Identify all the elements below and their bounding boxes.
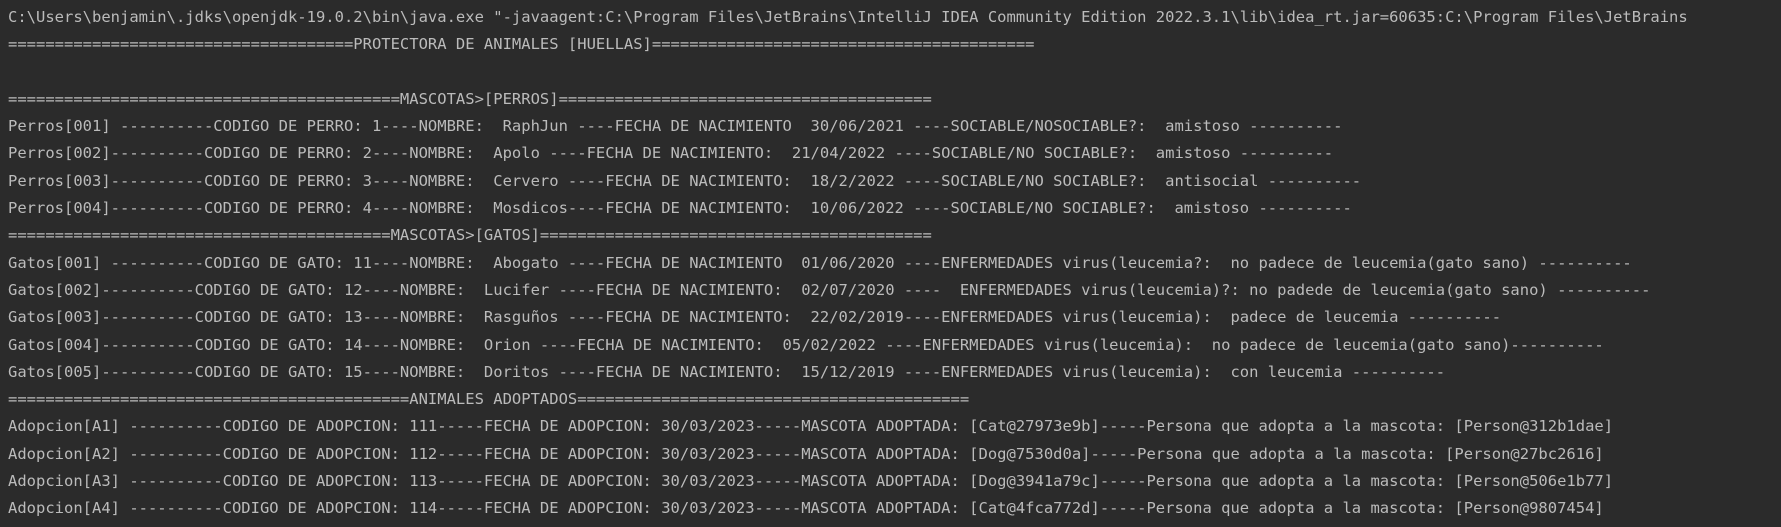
console-line-section-gatos: ========================================… bbox=[8, 226, 932, 245]
console-line-gato-003: Gatos[003]----------CODIGO DE GATO: 13--… bbox=[8, 308, 1502, 327]
console-line-gato-005: Gatos[005]----------CODIGO DE GATO: 15--… bbox=[8, 362, 1446, 381]
console-line-section-adoptados: ========================================… bbox=[8, 390, 970, 409]
console-line-command: C:\Users\benjamin\.jdks\openjdk-19.0.2\b… bbox=[8, 8, 1688, 26]
console-output[interactable]: C:\Users\benjamin\.jdks\openjdk-19.0.2\b… bbox=[0, 0, 1781, 527]
console-line-adopcion-a4: Adopcion[A4] ----------CODIGO DE ADOPCIO… bbox=[8, 499, 1604, 518]
console-line-perro-003: Perros[003]----------CODIGO DE PERRO: 3-… bbox=[8, 171, 1362, 190]
console-line-adopcion-a2: Adopcion[A2] ----------CODIGO DE ADOPCIO… bbox=[8, 444, 1604, 463]
console-line-gato-002: Gatos[002]----------CODIGO DE GATO: 12--… bbox=[8, 280, 1651, 299]
console-line-adopcion-a3: Adopcion[A3] ----------CODIGO DE ADOPCIO… bbox=[8, 472, 1614, 491]
console-line-gato-004: Gatos[004]----------CODIGO DE GATO: 14--… bbox=[8, 335, 1604, 354]
console-line-adopcion-a1: Adopcion[A1] ----------CODIGO DE ADOPCIO… bbox=[8, 417, 1614, 436]
console-line-perro-002: Perros[002]----------CODIGO DE PERRO: 2-… bbox=[8, 144, 1334, 163]
console-line-section-perros: ========================================… bbox=[8, 89, 932, 108]
console-line-gato-001: Gatos[001] ----------CODIGO DE GATO: 11-… bbox=[8, 253, 1632, 272]
console-line-perro-001: Perros[001] ----------CODIGO DE PERRO: 1… bbox=[8, 117, 1343, 136]
console-line-perro-004: Perros[004]----------CODIGO DE PERRO: 4-… bbox=[8, 199, 1352, 218]
console-line-header-protectora: =====================================PRO… bbox=[8, 35, 1035, 54]
